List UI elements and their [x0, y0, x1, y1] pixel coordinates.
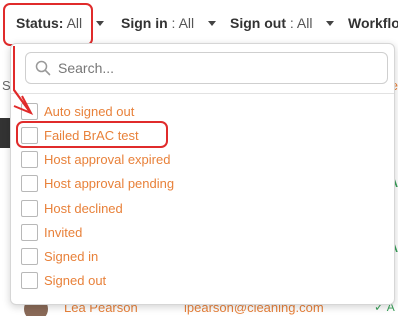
option-label: Signed in [44, 249, 99, 264]
option-signed-in[interactable]: Signed in [21, 247, 321, 267]
option-signed-out[interactable]: Signed out [21, 271, 321, 291]
chevron-down-icon [326, 20, 335, 26]
option-invited[interactable]: Invited [21, 223, 321, 243]
failed-brac-highlight-annotation [16, 121, 168, 148]
status-highlight-annotation [3, 3, 93, 46]
option-label: Auto signed out [44, 104, 135, 119]
divider [11, 93, 394, 94]
checkbox[interactable] [21, 224, 38, 241]
option-label: Host approval pending [44, 176, 175, 191]
sign-out-filter-value: All [296, 15, 313, 31]
checkbox[interactable] [21, 175, 38, 192]
workflow-filter[interactable]: Workflow [348, 15, 398, 31]
chevron-down-icon [96, 20, 105, 26]
sign-in-filter[interactable]: Sign in : All [121, 15, 217, 31]
sign-out-filter-sep: : [286, 15, 297, 31]
sign-out-filter-label: Sign out [230, 15, 286, 31]
sign-in-filter-sep: : [167, 15, 179, 31]
option-label: Host approval expired [44, 152, 171, 167]
option-label: Invited [44, 225, 83, 240]
option-host-declined[interactable]: Host declined [21, 199, 321, 219]
checkbox[interactable] [21, 272, 38, 289]
search-box[interactable] [25, 52, 388, 84]
checkbox[interactable] [21, 200, 38, 217]
sign-in-filter-label: Sign in [121, 15, 168, 31]
status-dropdown: Auto signed out Failed BrAC test Host ap… [10, 43, 395, 305]
checkbox[interactable] [21, 248, 38, 265]
option-host-approval-expired[interactable]: Host approval expired [21, 150, 321, 170]
option-label: Signed out [44, 273, 107, 288]
workflow-filter-label: Workflow [348, 15, 398, 31]
sign-in-filter-value: All [178, 15, 195, 31]
search-icon [35, 60, 51, 76]
search-input[interactable] [58, 58, 378, 78]
checkbox[interactable] [21, 103, 38, 120]
option-host-approval-pending[interactable]: Host approval pending [21, 174, 321, 194]
option-auto-signed-out[interactable]: Auto signed out [21, 102, 321, 122]
sign-out-filter[interactable]: Sign out : All [230, 15, 335, 31]
option-label: Host declined [44, 201, 123, 216]
chevron-down-icon [208, 20, 217, 26]
checkbox[interactable] [21, 151, 38, 168]
